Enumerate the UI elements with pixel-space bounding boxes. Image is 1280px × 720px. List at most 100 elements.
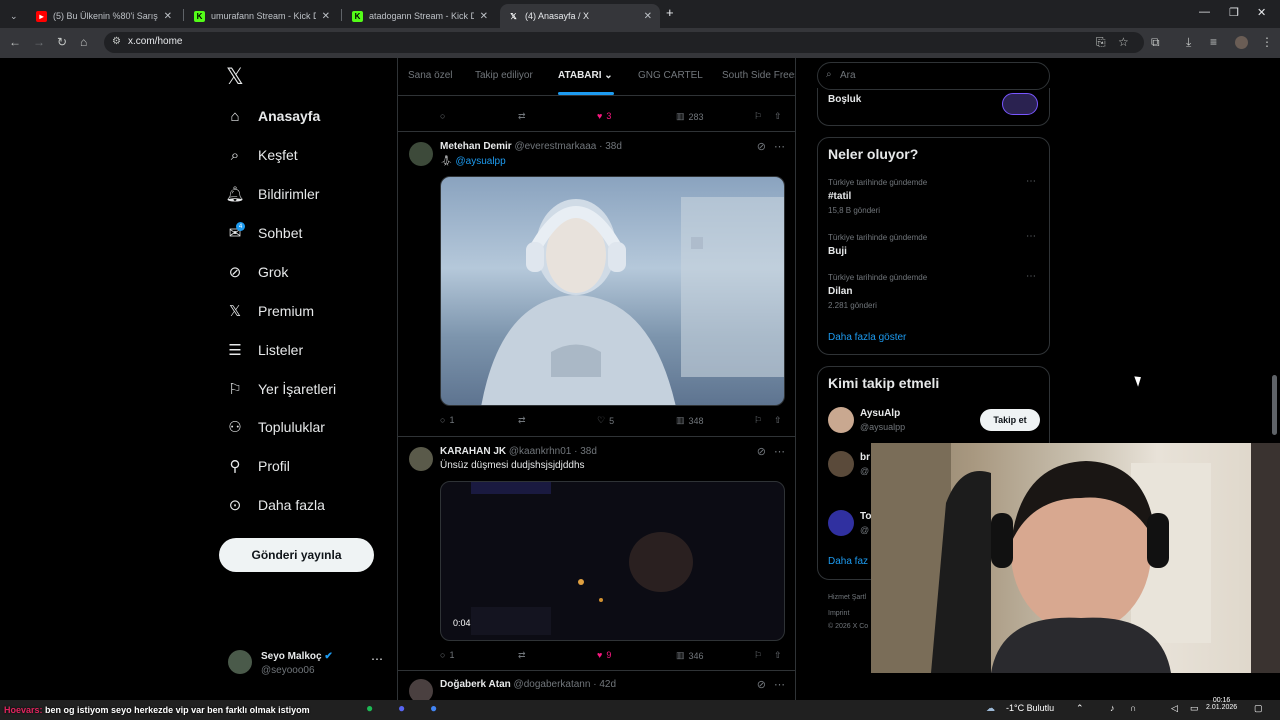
nav-item-premium[interactable]: 𝕏 Premium [226,302,314,320]
forward-icon[interactable]: → [33,35,45,49]
repost-button[interactable]: ⇄ [518,415,526,426]
share-button[interactable]: ⇧ [774,650,782,661]
show-more-link[interactable]: Daha faz [828,556,868,567]
spaces-label: Boşluk [828,94,862,105]
install-app-icon[interactable]: ⎘ [1096,35,1106,50]
microphone-icon[interactable]: ♪ [1110,703,1115,713]
post[interactable]: Doğaberk Atan @dogaberkatann · 42d ⊘ ⋯ [398,671,795,700]
search-input[interactable]: ⌕ Ara [817,62,1050,90]
weather-text[interactable]: -1°C Bulutlu [1006,703,1054,713]
show-more-link[interactable]: Daha fazla göster [828,332,906,343]
account-switcher[interactable]: Seyo Malkoç ✔ @seyooo06 ⋯ [228,650,388,680]
mention-link[interactable]: @aysualpp [455,156,505,167]
avatar [828,451,854,477]
trend-item[interactable]: Türkiye tarihinde gündemde Buji ⋯ [828,231,1040,257]
close-icon[interactable]: ✕ [480,11,488,22]
share-button[interactable]: ⇧ [774,415,782,426]
spaces-card[interactable]: Boşluk [817,88,1050,126]
repost-button[interactable]: ⇄ [518,650,526,661]
nav-item-bookmarks[interactable]: ⚐ Yer İşaretleri [226,380,336,398]
avatar [409,679,433,700]
network-icon[interactable]: ▭ [1190,703,1199,714]
post-author: Metehan Demir @everestmarkaaa · 38d [440,141,622,152]
minimize-icon[interactable]: — [1199,6,1210,18]
browser-tab-kick-atadogann[interactable]: K atadogann Stream - Kick Dashb ✕ [344,4,496,28]
reply-button[interactable]: ○ 1 [440,415,454,425]
media-control-icon[interactable]: ≡ [1210,35,1217,49]
tab-search-button[interactable]: ⌄ [2,4,24,28]
share-icon: ⇧ [774,650,782,660]
follow-button[interactable]: Takip et [980,409,1040,431]
nav-item-notifications[interactable]: 🔔︎ Bildirimler [225,185,319,203]
reload-icon[interactable]: ↻ [57,35,67,49]
download-icon[interactable]: ⤓ [1186,35,1191,50]
cloud-icon: ☁ [986,703,995,713]
window-close-icon[interactable]: ✕ [1257,6,1266,19]
chrome-icon[interactable]: ● [430,701,437,715]
footer-link[interactable]: Imprint [828,610,849,617]
post[interactable]: Metehan Demir @everestmarkaaa · 38d ⊘ ⋯ 🙏… [398,132,795,437]
discord-icon[interactable]: ● [398,701,405,715]
follow-name: AysuAlp [860,408,901,419]
x-logo-icon[interactable]: 𝕏 [226,65,244,90]
post-video[interactable]: 0:04 [440,481,785,641]
close-icon[interactable]: ✕ [644,11,652,22]
headset-icon[interactable]: ∩ [1130,703,1136,713]
views-button[interactable]: ▥ 346 [676,650,704,661]
bookmark-button[interactable]: ⚐ [754,415,762,426]
nav-item-explore[interactable]: ⌕ Keşfet [226,146,298,164]
nav-item-grok[interactable]: ⊘ Grok [226,263,289,281]
mouse-cursor-icon [1134,374,1144,387]
profile-avatar-icon[interactable] [1235,36,1248,49]
like-button[interactable]: ♥ 9 [597,650,611,660]
restore-icon[interactable]: ❐ [1229,6,1239,19]
close-icon[interactable]: ✕ [322,11,330,22]
post-more[interactable]: ⊘ ⋯ [757,140,785,153]
clock[interactable]: 00:16 2.01.2026 [1206,697,1237,711]
extensions-icon[interactable]: ⧉ [1151,35,1160,50]
post-image[interactable] [440,176,785,406]
nav-item-more[interactable]: ⊙ Daha fazla [226,496,325,514]
nav-item-communities[interactable]: ⚇ Topluluklar [226,418,325,436]
nav-item-profile[interactable]: ⚲ Profil [226,457,290,475]
bookmark-button[interactable]: ⚐ [754,650,762,661]
home-button-icon[interactable]: ⌂ [80,35,87,49]
site-info-icon[interactable]: ⚙ [112,36,121,47]
grok-icon: ⊘ [756,679,766,691]
views-button[interactable]: ▥ 348 [676,415,704,426]
new-tab-icon[interactable]: + [666,5,674,20]
browser-tab-x[interactable]: 𝕏 (4) Anasayfa / X ✕ [500,4,660,28]
nav-item-lists[interactable]: ☰ Listeler [226,341,303,359]
more-icon[interactable]: ⋯ [1026,176,1036,187]
more-icon[interactable]: ⋯ [371,652,383,666]
trend-item[interactable]: Türkiye tarihinde gündemde Dilan 2.281 g… [828,271,1040,310]
browser-tab-kick-umurafann[interactable]: K umurafann Stream - Kick Dashb ✕ [186,4,338,28]
avatar [828,407,854,433]
close-icon[interactable]: ✕ [164,11,172,22]
post-actions: ○ 1 ⇄ ♡ 5 ▥ 348 ⚐ ⇧ [440,415,785,429]
post-more[interactable]: ⊘ ⋯ [757,678,785,691]
address-bar[interactable]: x.com/home [104,32,1144,53]
reply-button[interactable]: ○ 1 [440,650,454,660]
spotify-icon[interactable]: ● [366,701,373,715]
more-icon[interactable]: ⋯ [1026,231,1036,242]
bookmark-icon: ⚐ [754,415,763,425]
nav-item-home[interactable]: ⌂ Anasayfa [226,107,320,125]
like-button[interactable]: ♡ 5 [597,415,614,426]
bookmark-star-icon[interactable]: ☆ [1118,35,1129,49]
chevron-up-icon[interactable]: ⌃ [1076,703,1084,714]
browser-tab-youtube[interactable]: ▸ (5) Bu Ülkenin %80'i Sarışın! - 4 ✕ [28,4,180,28]
footer-link[interactable]: Hizmet Şartl [828,594,866,601]
post-more[interactable]: ⊘ ⋯ [757,445,785,458]
post[interactable]: KARAHAN JK @kaankrhn01 · 38d ⊘ ⋯ Ünsüz dü… [398,437,795,671]
scrollbar-thumb[interactable] [1272,375,1277,435]
back-icon[interactable]: ← [9,35,21,49]
menu-icon[interactable]: ⋮ [1261,35,1273,49]
trend-item[interactable]: Türkiye tarihinde gündemde #tatil 15,8 B… [828,176,1040,215]
volume-icon[interactable]: ◁ [1171,703,1178,714]
grok-icon: ⊘ [228,264,242,281]
more-icon[interactable]: ⋯ [1026,271,1036,282]
post-button[interactable]: Gönderi yayınla [219,538,374,572]
notification-center-icon[interactable]: ▢ [1254,703,1263,714]
views-icon: ▥ [676,650,685,660]
